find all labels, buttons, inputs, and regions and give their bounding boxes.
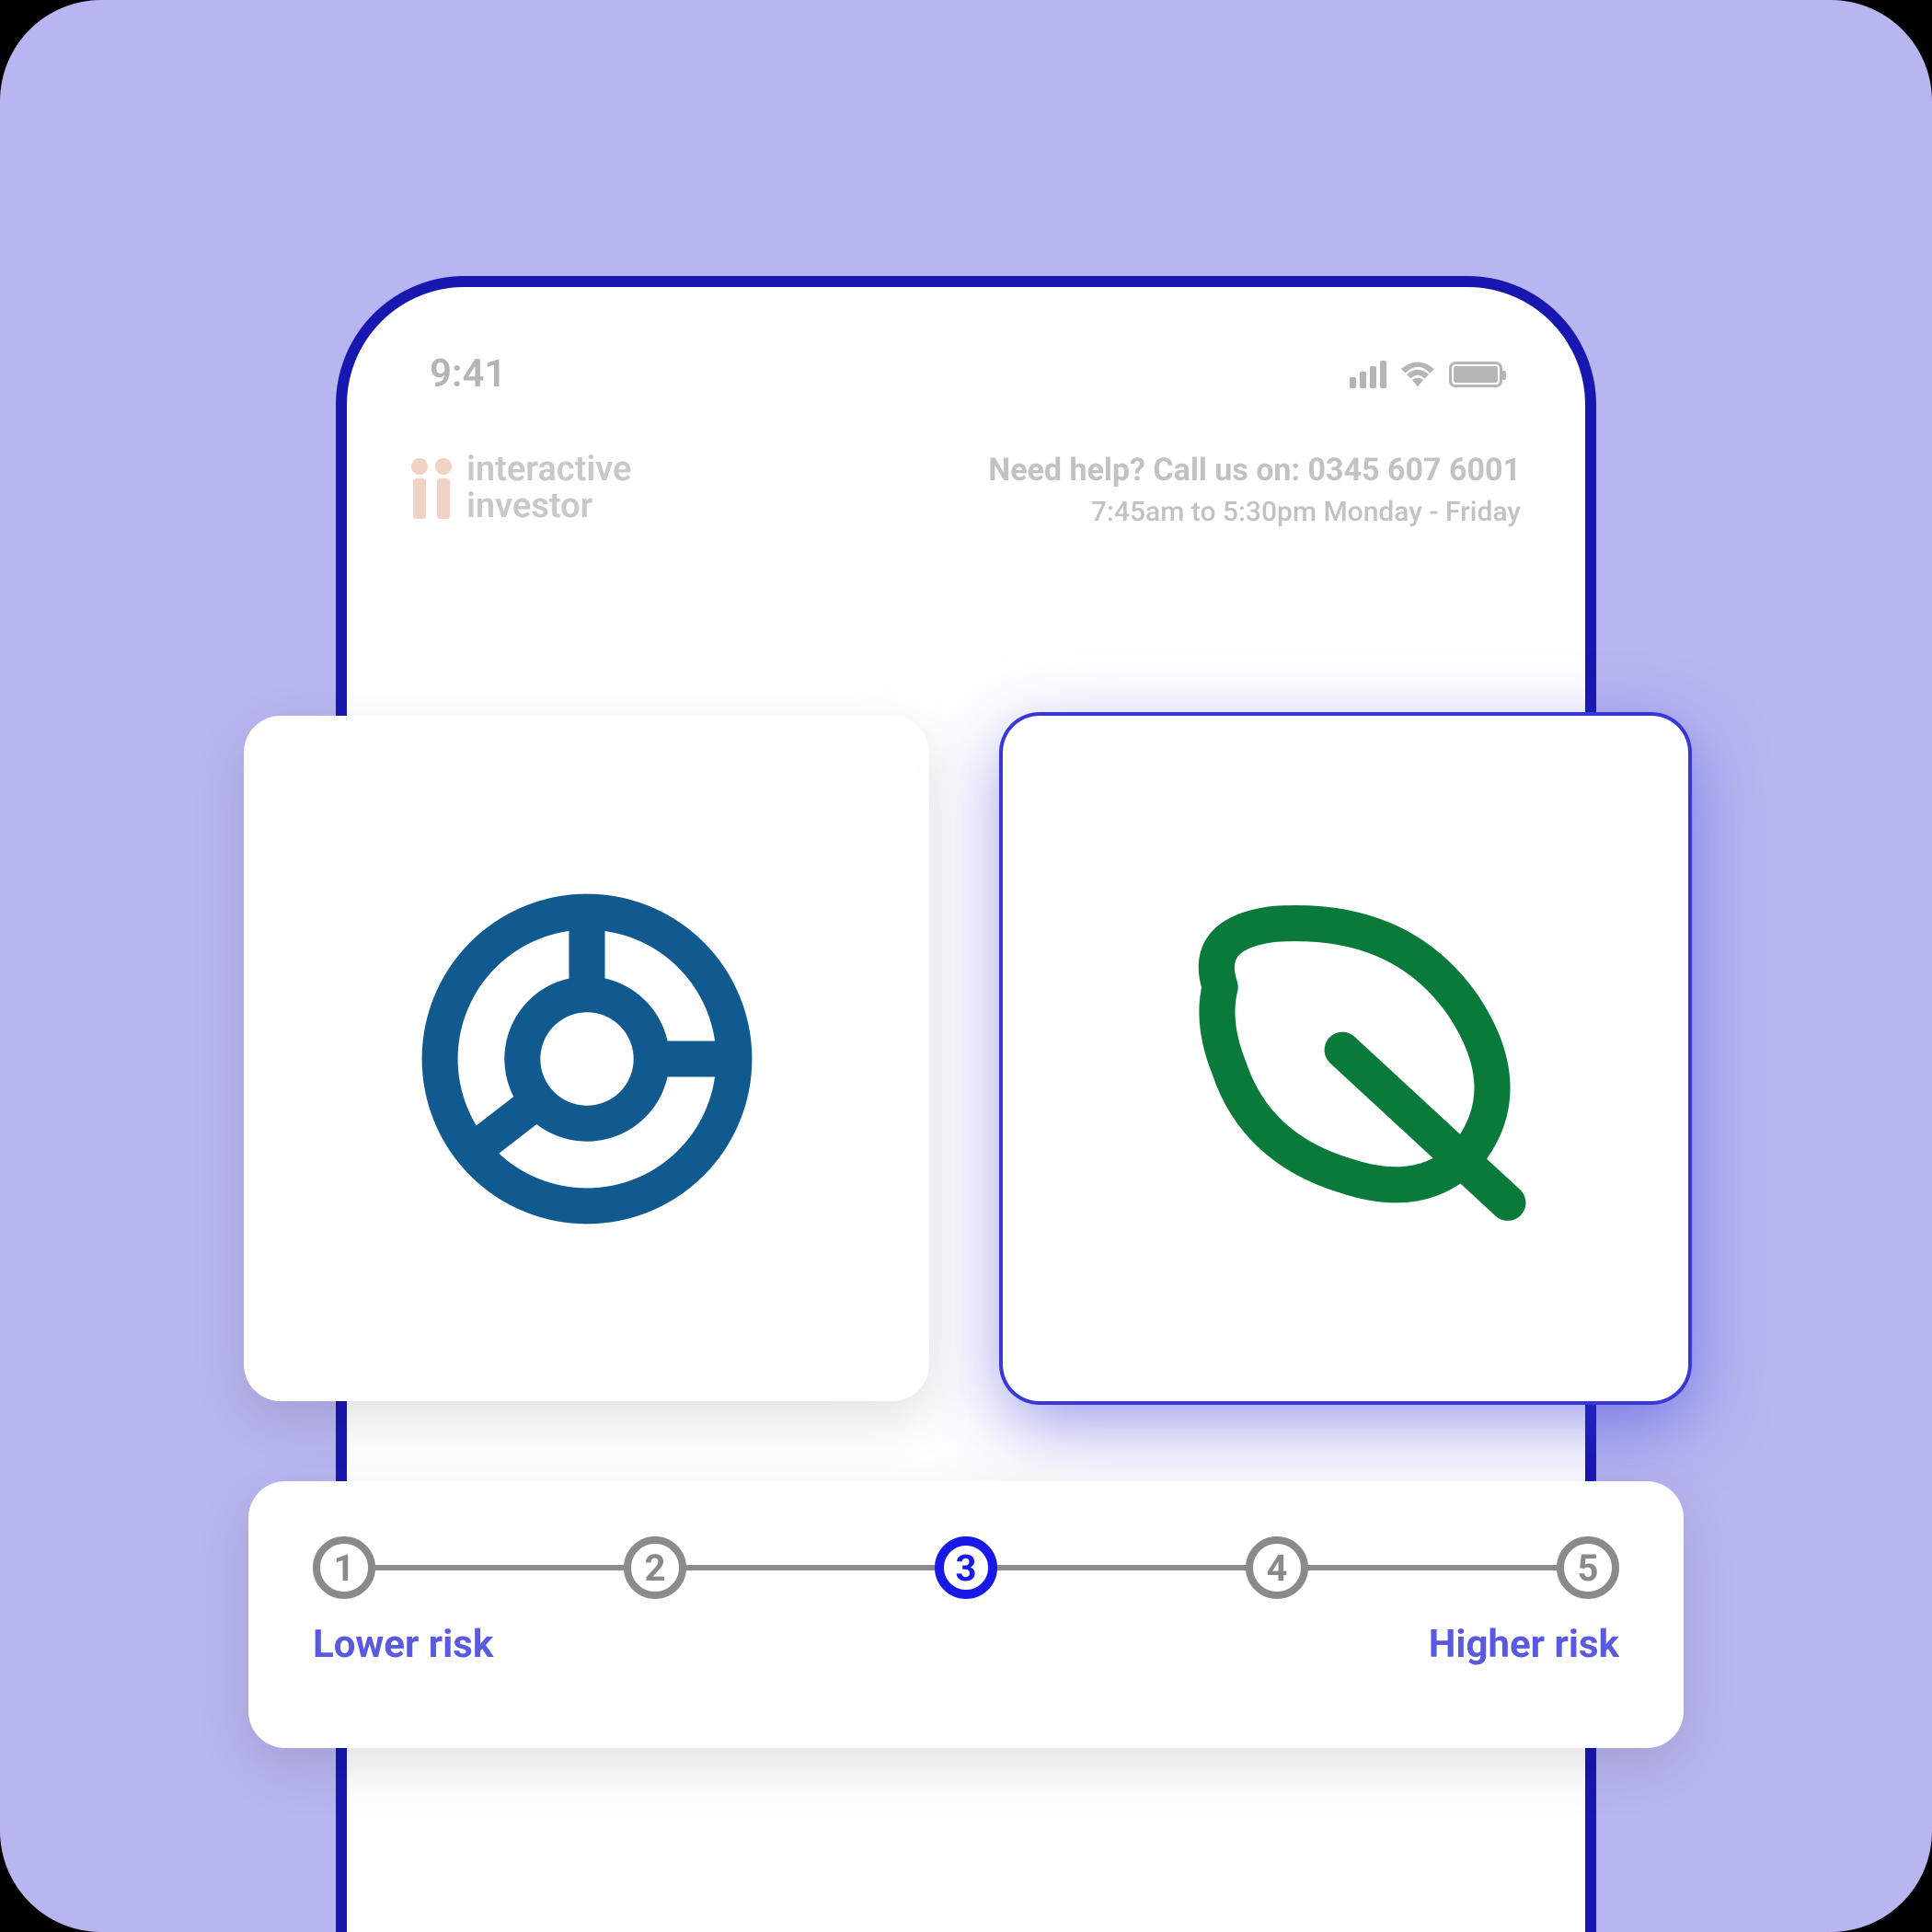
wifi-icon <box>1401 362 1434 387</box>
help-hours: 7:45am to 5:30pm Monday - Friday <box>988 496 1521 528</box>
risk-step-4[interactable]: 4 <box>1246 1536 1308 1599</box>
help-info: Need help? Call us on: 0345 607 6001 7:4… <box>988 452 1521 528</box>
app-header: interactive investor Need help? Call us … <box>384 433 1548 546</box>
leaf-icon <box>1148 875 1544 1243</box>
option-sustainable-card[interactable] <box>1003 716 1688 1401</box>
pie-chart-icon <box>408 880 766 1238</box>
risk-step-3[interactable]: 3 <box>935 1536 997 1599</box>
option-cards <box>244 716 1688 1401</box>
risk-steps[interactable]: 1 2 3 4 5 <box>313 1536 1619 1599</box>
risk-label-high: Higher risk <box>1429 1622 1619 1667</box>
brand-name: interactive investor <box>466 452 631 525</box>
risk-step-1[interactable]: 1 <box>313 1536 375 1599</box>
risk-slider-panel: 1 2 3 4 5 Lower risk Higher risk <box>248 1481 1684 1748</box>
risk-step-5[interactable]: 5 <box>1557 1536 1619 1599</box>
status-bar: 9:41 <box>384 333 1548 433</box>
risk-labels: Lower risk Higher risk <box>313 1622 1619 1667</box>
option-portfolio-card[interactable] <box>244 716 929 1401</box>
status-time: 9:41 <box>430 351 506 397</box>
battery-icon <box>1449 362 1502 387</box>
app-container: 9:41 <box>0 0 1932 1932</box>
risk-label-low: Lower risk <box>313 1622 493 1667</box>
signal-icon <box>1350 361 1386 388</box>
status-icons <box>1350 361 1502 388</box>
help-phone: Need help? Call us on: 0345 607 6001 <box>988 452 1521 489</box>
brand-logo: interactive investor <box>411 452 631 525</box>
risk-step-2[interactable]: 2 <box>624 1536 686 1599</box>
brand-logo-icon <box>411 458 452 519</box>
